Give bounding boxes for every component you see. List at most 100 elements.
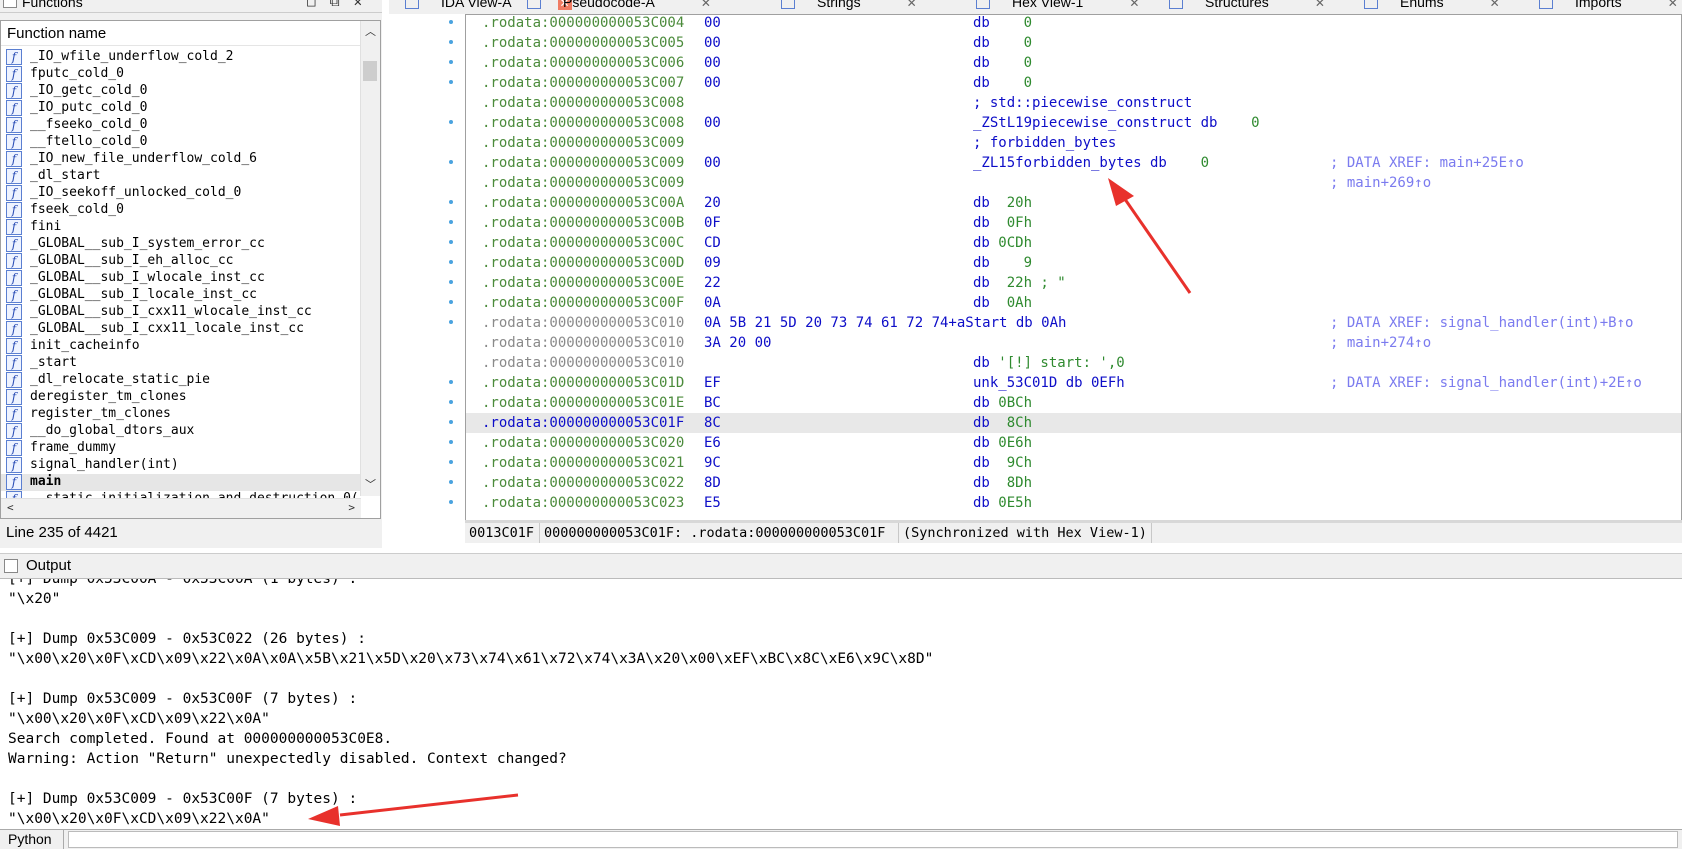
breakpoint-dot[interactable] (449, 500, 453, 504)
disassembly-line[interactable]: .rodata:000000000053C01D EF unk_53C01D db … (466, 373, 1681, 393)
column-header-function-name[interactable]: Function name (1, 21, 361, 46)
disassembly-line[interactable]: .rodata:000000000053C021 9C db 9Ch (466, 453, 1681, 473)
function-list-item[interactable]: f _IO_putc_cold_0 (1, 100, 361, 117)
disassembly-line[interactable]: .rodata:000000000053C00F 0A db 0Ah (466, 293, 1681, 313)
function-list-item[interactable]: f fseek_cold_0 (1, 202, 361, 219)
breakpoint-dot[interactable] (449, 460, 453, 464)
disassembly-line[interactable]: .rodata:000000000053C008 ; std::piecewise… (466, 93, 1681, 113)
function-list-item[interactable]: f register_tm_clones (1, 406, 361, 423)
disassembly-line[interactable]: .rodata:000000000053C00A 20 db 20h (466, 193, 1681, 213)
chevron-left-icon[interactable]: < (7, 501, 14, 514)
xref-comment[interactable]: ; DATA XREF: signal_handler(int)+2E↑o (1330, 373, 1642, 393)
disassembly-line[interactable]: .rodata:000000000053C00C CD db 0CDh (466, 233, 1681, 253)
breakpoint-dot[interactable] (449, 260, 453, 264)
chevron-right-icon[interactable]: > (348, 501, 355, 514)
function-list-item[interactable]: f _GLOBAL__sub_I_cxx11_wlocale_inst_cc (1, 304, 361, 321)
breakpoint-dot[interactable] (449, 200, 453, 204)
function-list-item[interactable]: f signal_handler(int) (1, 457, 361, 474)
breakpoint-dot[interactable] (449, 300, 453, 304)
disassembly-line[interactable]: .rodata:000000000053C010 0A 5B 21 5D 20 7… (466, 313, 1681, 333)
disassembly-line[interactable]: .rodata:000000000053C010 3A 20 00 ; main+2… (466, 333, 1681, 353)
close-icon[interactable]: ✕ (907, 0, 917, 10)
xref-comment[interactable]: ; DATA XREF: main+25E↑o (1330, 153, 1524, 173)
disassembly-line[interactable]: .rodata:000000000053C007 00 db 0 (466, 73, 1681, 93)
breakpoint-dot[interactable] (449, 320, 453, 324)
tab-hex-view-1[interactable]: Hex View-1 ✕ (976, 0, 1139, 14)
breakpoint-dot[interactable] (449, 60, 453, 64)
function-list-item[interactable]: f _dl_start (1, 168, 361, 185)
window-controls[interactable]: □⧉✕ (307, 0, 376, 10)
disassembly-line[interactable]: .rodata:000000000053C022 8D db 8Dh (466, 473, 1681, 493)
python-button[interactable]: Python (0, 830, 64, 849)
function-list-item[interactable]: f _IO_getc_cold_0 (1, 83, 361, 100)
function-list-item[interactable]: f deregister_tm_clones (1, 389, 361, 406)
close-icon[interactable]: ✕ (1490, 0, 1500, 10)
close-icon[interactable]: ✕ (1315, 0, 1325, 10)
xref-comment[interactable]: ; DATA XREF: signal_handler(int)+B↑o (1330, 313, 1633, 333)
disassembly-line[interactable]: .rodata:000000000053C009 00 _ZL15forbidden… (466, 153, 1681, 173)
tab-pseudocode-a[interactable]: Pseudocode-A ✕ (527, 0, 711, 14)
breakpoint-dot[interactable] (449, 20, 453, 24)
disassembly-line[interactable]: .rodata:000000000053C00E 22 db 22h ; " (466, 273, 1681, 293)
disassembly-line[interactable]: .rodata:000000000053C005 00 db 0 (466, 33, 1681, 53)
disassembly-line[interactable]: .rodata:000000000053C00B 0F db 0Fh (466, 213, 1681, 233)
tab-strings[interactable]: Strings ✕ (781, 0, 917, 14)
function-list-item[interactable]: f init_cacheinfo (1, 338, 361, 355)
breakpoint-dot[interactable] (449, 380, 453, 384)
disassembly-line[interactable]: .rodata:000000000053C01E BC db 0BCh (466, 393, 1681, 413)
function-list-item[interactable]: f _GLOBAL__sub_I_wlocale_inst_cc (1, 270, 361, 287)
function-list-item[interactable]: f _GLOBAL__sub_I_eh_alloc_cc (1, 253, 361, 270)
disassembly-line[interactable]: .rodata:000000000053C01F 8C db 8Ch (466, 413, 1681, 433)
tab-structures[interactable]: Structures ✕ (1169, 0, 1325, 14)
disassembly-line[interactable]: .rodata:000000000053C006 00 db 0 (466, 53, 1681, 73)
breakpoint-dot[interactable] (449, 480, 453, 484)
vertical-scrollbar[interactable]: ︿ ﹀ (360, 21, 380, 496)
breakpoint-dot[interactable] (449, 160, 453, 164)
close-icon[interactable]: ✕ (1129, 0, 1139, 10)
breakpoint-dot[interactable] (449, 120, 453, 124)
disassembly-line[interactable]: .rodata:000000000053C009 ; main+269↑o (466, 173, 1681, 193)
function-list-item[interactable]: f __do_global_dtors_aux (1, 423, 361, 440)
disassembly-line[interactable]: .rodata:000000000053C004 00 db 0 (466, 15, 1681, 33)
disassembly-line[interactable]: .rodata:000000000053C009 ; forbidden_byte… (466, 133, 1681, 153)
function-list-item[interactable]: f fini (1, 219, 361, 236)
scrollbar-thumb[interactable] (363, 61, 377, 81)
chevron-down-icon[interactable]: ﹀ (365, 476, 376, 492)
function-list-item[interactable]: f frame_dummy (1, 440, 361, 457)
xref-comment[interactable]: ; main+274↑o (1330, 333, 1431, 353)
function-list-item[interactable]: f _IO_seekoff_unlocked_cold_0 (1, 185, 361, 202)
disassembly-line[interactable]: .rodata:000000000053C023 E5 db 0E5h (466, 493, 1681, 513)
close-icon[interactable]: ✕ (701, 0, 711, 10)
xref-comment[interactable]: ; main+269↑o (1330, 173, 1431, 193)
close-icon[interactable]: ✕ (1668, 0, 1678, 10)
breakpoint-dot[interactable] (449, 420, 453, 424)
output-window[interactable]: [+] Dump 0x53C00A - 0x53C00A (1 bytes) :… (0, 578, 1682, 830)
disassembly-line[interactable]: .rodata:000000000053C008 00 _ZStL19piecewi… (466, 113, 1681, 133)
function-list-item[interactable]: f _dl_relocate_static_pie (1, 372, 361, 389)
function-list-item[interactable]: f _GLOBAL__sub_I_cxx11_locale_inst_cc (1, 321, 361, 338)
breakpoint-dot[interactable] (449, 80, 453, 84)
breakpoint-dot[interactable] (449, 40, 453, 44)
disassembly-line[interactable]: .rodata:000000000053C020 E6 db 0E6h (466, 433, 1681, 453)
breakpoint-dot[interactable] (449, 220, 453, 224)
functions-list[interactable]: Function name f _IO_wfile_underflow_cold_… (0, 20, 381, 519)
python-input[interactable] (68, 831, 1678, 848)
breakpoint-dot[interactable] (449, 440, 453, 444)
ida-view-disassembly[interactable]: .rodata:000000000053C004 00 db 0 .rodata:00… (465, 14, 1682, 523)
function-list-item[interactable]: f _GLOBAL__sub_I_system_error_cc (1, 236, 361, 253)
function-list-item[interactable]: f fputc_cold_0 (1, 66, 361, 83)
disassembly-line[interactable]: .rodata:000000000053C010 db '[!] start: '… (466, 353, 1681, 373)
function-list-item[interactable]: f _start (1, 355, 361, 372)
chevron-up-icon[interactable]: ︿ (365, 23, 376, 39)
horizontal-scrollbar[interactable]: < > (1, 498, 361, 518)
function-list-item[interactable]: f __fseeko_cold_0 (1, 117, 361, 134)
function-list-item[interactable]: f _IO_wfile_underflow_cold_2 (1, 49, 361, 66)
breakpoint-dot[interactable] (449, 240, 453, 244)
tab-enums[interactable]: Enums ✕ (1364, 0, 1500, 14)
function-list-item[interactable]: f main (1, 474, 361, 491)
disassembly-line[interactable]: .rodata:000000000053C00D 09 db 9 (466, 253, 1681, 273)
function-list-item[interactable]: f __ftello_cold_0 (1, 134, 361, 151)
function-list-item[interactable]: f _IO_new_file_underflow_cold_6 (1, 151, 361, 168)
tab-imports[interactable]: Imports ✕ (1539, 0, 1678, 14)
function-list-item[interactable]: f _GLOBAL__sub_I_locale_inst_cc (1, 287, 361, 304)
